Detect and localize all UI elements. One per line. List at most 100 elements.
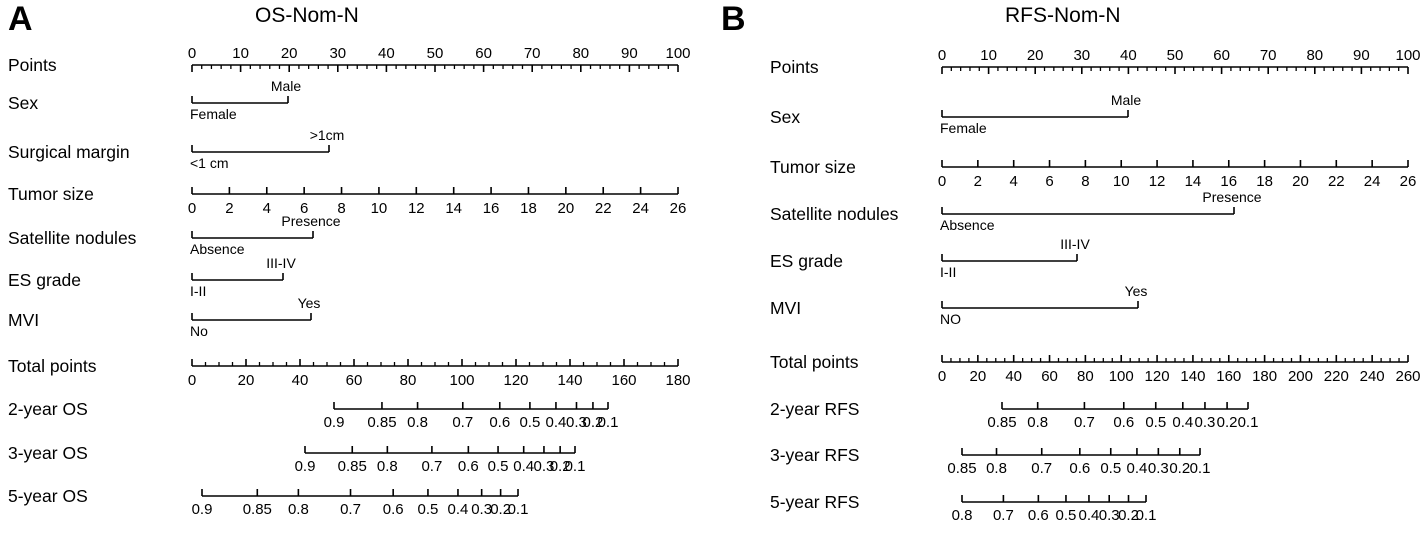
prob-tick-label: 0.4 — [1127, 460, 1148, 477]
tick-label: 4 — [1010, 173, 1018, 190]
row-label-points: Points — [770, 57, 819, 77]
tick-label: 26 — [1400, 173, 1417, 190]
tick-label: 14 — [445, 200, 462, 217]
row-label-satellite-nodules: Satellite nodules — [8, 228, 137, 248]
tick-label: 160 — [611, 372, 636, 389]
tick-label: 18 — [1256, 173, 1273, 190]
category-label-high: Presence — [1202, 189, 1261, 205]
categorical-satellite-nodules: Absence Presence — [940, 189, 1262, 233]
tick-label: 40 — [1120, 47, 1137, 64]
prob-axis-two-year-os: 0.9 0.85 0.8 0.7 0.6 0.5 0.4 0.30.20.1 — [324, 402, 618, 431]
tick-label: 10 — [1113, 173, 1130, 190]
tick-label: 200 — [1288, 368, 1313, 385]
panel-b-title: RFS-Nom-N — [1005, 4, 1121, 27]
prob-tick-label: 0.9 — [324, 414, 345, 431]
row-label-satellite-nodules: Satellite nodules — [770, 204, 899, 224]
axis-total-points: 0 20 40 60 80 100 120 140 160 180 200 220 240 260 — [938, 355, 1421, 385]
tick-label: 60 — [346, 372, 363, 389]
prob-tick-label: 0.4 — [546, 414, 567, 431]
tick-label: 30 — [1073, 47, 1090, 64]
category-label-low: I-II — [940, 264, 956, 280]
tick-label: 220 — [1324, 368, 1349, 385]
prob-tick-label: 0.85 — [367, 414, 396, 431]
tick-label: 180 — [1252, 368, 1277, 385]
prob-tick-label: 0.8 — [288, 501, 309, 518]
tick-label: 100 — [665, 45, 690, 62]
axis-points: 0 10 20 30 40 50 60 70 80 90 100 — [938, 47, 1421, 74]
prob-tick-label: 0.7 — [993, 507, 1014, 524]
tick-label: 100 — [1109, 368, 1134, 385]
prob-axis-five-year-os: 0.9 0.85 0.8 0.7 0.6 0.5 0.4 0.30.20.1 — [192, 489, 529, 518]
tick-label: 0 — [938, 368, 946, 385]
prob-tick-label: 0.9 — [192, 501, 213, 518]
prob-tick-label: 0.85 — [987, 414, 1016, 431]
row-label-es-grade: ES grade — [770, 251, 843, 271]
prob-tick-label: 0.7 — [421, 458, 442, 475]
prob-tick-label: 0.5 — [1056, 507, 1077, 524]
tick-label: 10 — [371, 200, 388, 217]
prob-tick-label: 0.5 — [488, 458, 509, 475]
tick-label: 22 — [1328, 173, 1345, 190]
prob-tick-label: 0.1 — [1136, 507, 1157, 524]
prob-tick-label: 0.8 — [377, 458, 398, 475]
categorical-sex: Female Male — [940, 92, 1141, 136]
category-label-high: Presence — [281, 213, 340, 229]
row-label-two-year-os: 2-year OS — [8, 399, 88, 419]
row-label-five-year-os: 5-year OS — [8, 486, 88, 506]
axis-total-points: 0 20 40 60 80 100 120 140 160 180 — [188, 359, 691, 389]
prob-tick-label: 0.3 — [471, 501, 492, 518]
tick-label: 120 — [503, 372, 528, 389]
categorical-mvi: NO Yes — [940, 283, 1147, 327]
category-label-low: Female — [190, 106, 237, 122]
prob-axis-five-year-rfs: 0.8 0.7 0.6 0.5 0.4 0.30.20.1 — [952, 495, 1157, 524]
row-label-es-grade: ES grade — [8, 270, 81, 290]
tick-label: 90 — [1353, 47, 1370, 64]
row-label-total-points: Total points — [770, 352, 859, 372]
tick-label: 10 — [980, 47, 997, 64]
tick-label: 60 — [1213, 47, 1230, 64]
prob-tick-label: 0.6 — [489, 414, 510, 431]
tick-label: 140 — [557, 372, 582, 389]
prob-tick-label: 0.1 — [508, 501, 529, 518]
tick-label: 60 — [1041, 368, 1058, 385]
tick-label: 12 — [408, 200, 425, 217]
tick-label: 160 — [1216, 368, 1241, 385]
categorical-es-grade: I-II III-IV — [940, 236, 1090, 280]
category-label-low: Absence — [940, 217, 995, 233]
prob-tick-label: 0.85 — [243, 501, 272, 518]
category-label-high: III-IV — [1060, 236, 1090, 252]
prob-tick-label: 0.6 — [1028, 507, 1049, 524]
prob-tick-label: 0.2 — [1217, 414, 1238, 431]
tick-label: 20 — [1027, 47, 1044, 64]
tick-label: 120 — [1145, 368, 1170, 385]
prob-tick-label: 0.5 — [418, 501, 439, 518]
tick-label: 14 — [1185, 173, 1202, 190]
tick-label: 70 — [1260, 47, 1277, 64]
prob-tick-label: 0.8 — [952, 507, 973, 524]
category-label-low: Female — [940, 120, 987, 136]
category-label-high: >1cm — [310, 127, 345, 143]
tick-label: 50 — [427, 45, 444, 62]
panel-rfs-nomogram: B Points Sex Tumor size Satellite nodules ES… — [713, 0, 1427, 535]
tick-label: 24 — [632, 200, 649, 217]
axis-points: 0 10 20 30 40 50 60 70 80 90 100 — [188, 45, 691, 72]
tick-label: 240 — [1360, 368, 1385, 385]
prob-tick-label: 0.5 — [519, 414, 540, 431]
category-label-high: Yes — [298, 295, 321, 311]
prob-tick-label: 0.8 — [986, 460, 1007, 477]
category-label-low: No — [190, 323, 208, 339]
category-label-high: III-IV — [266, 255, 296, 271]
row-label-tumor-size: Tumor size — [770, 157, 856, 177]
prob-tick-label: 0.3 — [1148, 460, 1169, 477]
tick-label: 0 — [188, 200, 196, 217]
tick-label: 20 — [970, 368, 987, 385]
category-label-high: Male — [1111, 92, 1142, 108]
tick-label: 4 — [263, 200, 271, 217]
row-label-three-year-rfs: 3-year RFS — [770, 445, 859, 465]
prob-tick-label: 0.1 — [565, 458, 586, 475]
category-label-high: Yes — [1125, 283, 1148, 299]
tick-label: 0 — [938, 47, 946, 64]
category-label-low: <1 cm — [190, 155, 229, 171]
categorical-sex: Female Male — [190, 78, 301, 122]
tick-label: 260 — [1395, 368, 1420, 385]
